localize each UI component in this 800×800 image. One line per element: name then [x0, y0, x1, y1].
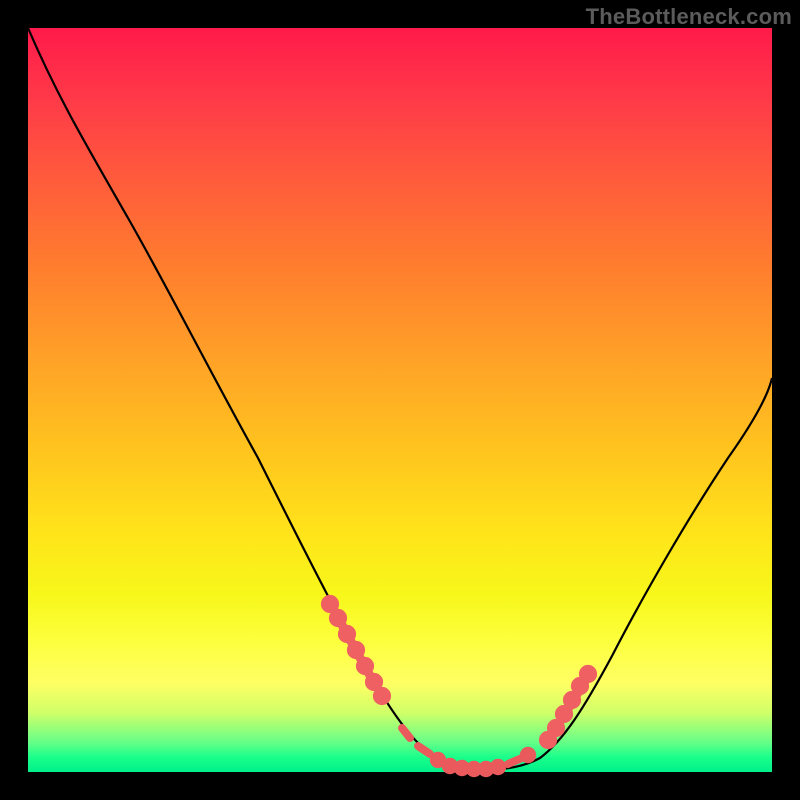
- highlight-left-descent: [325, 599, 386, 700]
- highlight-right-ascent: [543, 669, 592, 744]
- bottleneck-curve: [28, 28, 772, 770]
- curve-layer: [28, 28, 772, 772]
- chart-frame: TheBottleneck.com: [0, 0, 800, 800]
- watermark-text: TheBottleneck.com: [586, 4, 792, 30]
- highlight-bottom-trough: [402, 728, 532, 773]
